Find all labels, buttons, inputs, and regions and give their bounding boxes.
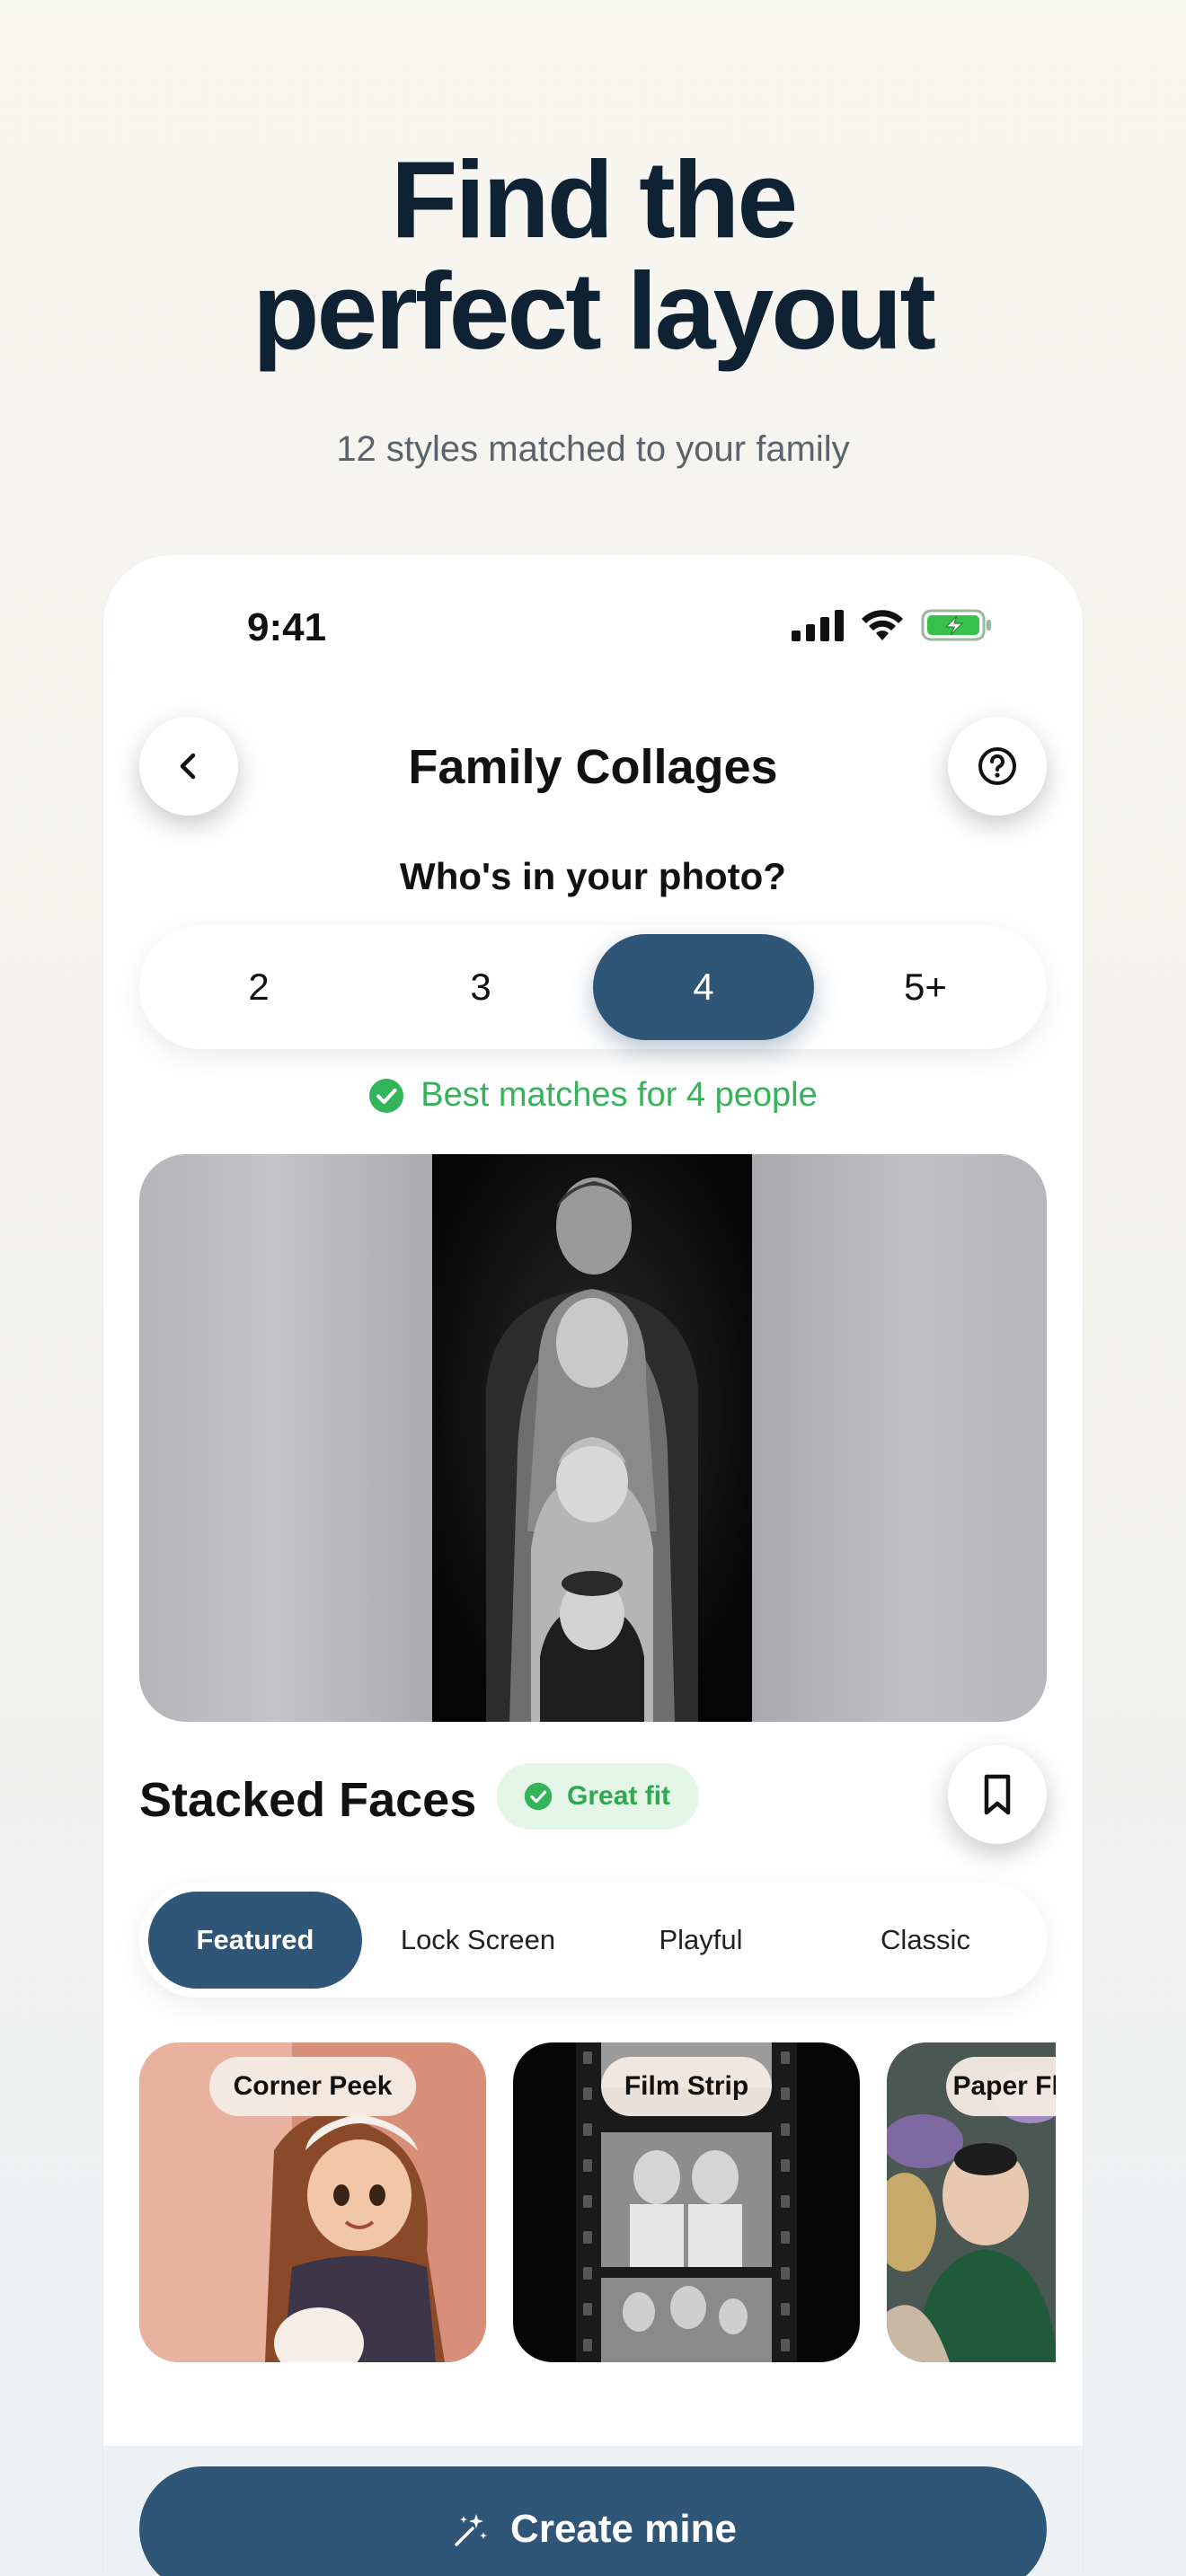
style-name: Stacked Faces [139,1773,477,1827]
check-circle-icon [524,1782,553,1811]
collage-preview[interactable] [139,1154,1047,1722]
card-label: Corner Peek [209,2057,416,2116]
magic-wand-icon [455,2514,488,2546]
style-card[interactable]: Paper Flowers [887,2042,1056,2362]
signal-icon [792,610,844,641]
battery-charging-icon [921,609,991,641]
style-filters: Featured Lock Screen Playful Classic [139,1883,1047,1998]
people-question: Who's in your photo? [400,855,786,897]
people-option-5-plus[interactable]: 5+ [815,934,1036,1040]
hero-subtitle: 12 styles matched to your family [336,429,850,469]
hero-title-line2: perfect layout [252,250,936,372]
filter-playful[interactable]: Playful [594,1892,808,1989]
style-cards: Corner Peek Film Strip Paper Fl [139,2042,1056,2366]
people-option-3[interactable]: 3 [370,934,591,1040]
match-note-text: Best matches for 4 people [420,1076,818,1114]
bookmark-icon [984,1774,1011,1815]
card-label: Paper Flowers [946,2057,1056,2116]
family-portrait-image [432,1154,752,1722]
filter-lock-screen[interactable]: Lock Screen [371,1892,585,1989]
fit-badge: Great fit [497,1763,700,1830]
create-mine-button[interactable]: Create mine [139,2466,1047,2576]
people-selector: 2 3 4 5+ [139,925,1047,1049]
fit-badge-label: Great fit [567,1781,671,1811]
style-card[interactable]: Corner Peek [139,2042,486,2362]
card-label: Film Strip [601,2057,772,2116]
check-circle-icon [369,1078,404,1113]
people-option-4[interactable]: 4 [593,934,814,1040]
status-time: 9:41 [247,605,327,649]
screen-title: Family Collages [408,740,778,794]
create-mine-label: Create mine [510,2507,737,2551]
phone-screen: 9:41 Family Collages Who's in your photo… [103,555,1083,2576]
filter-classic[interactable]: Classic [819,1892,1032,1989]
filter-featured[interactable]: Featured [148,1892,362,1989]
people-option-2[interactable]: 2 [148,934,369,1040]
hero-title-line1: Find the [390,138,798,260]
bookmark-button[interactable] [948,1745,1047,1844]
family-photo [432,1154,752,1722]
style-card[interactable]: Film Strip [513,2042,860,2362]
status-icons [792,607,993,643]
question-circle-icon [978,747,1016,785]
help-button[interactable] [948,717,1047,816]
wifi-icon [862,610,903,640]
match-note: Best matches for 4 people [103,1076,1083,1115]
hero-title: Find the perfect layout [0,144,1186,366]
